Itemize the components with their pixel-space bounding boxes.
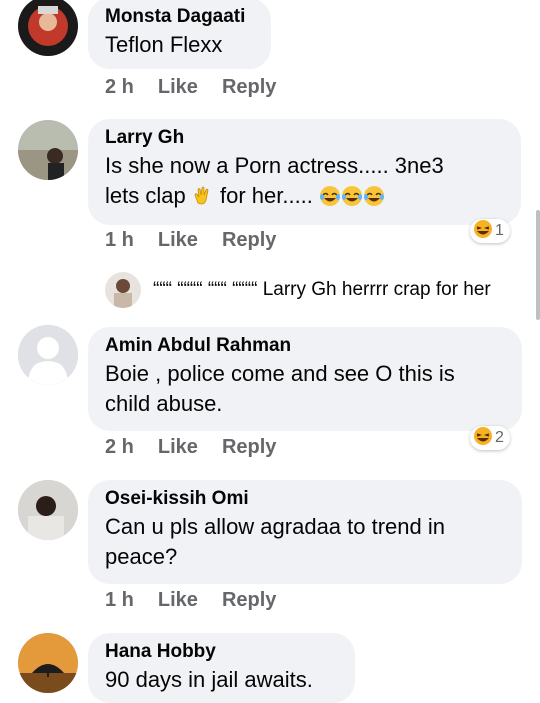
reply-button[interactable]: Reply (222, 436, 276, 459)
reaction-count: 2 (495, 429, 504, 446)
avatar[interactable] (18, 633, 78, 693)
comment-author[interactable]: Hana Hobby (105, 641, 337, 663)
reply-button[interactable]: Reply (222, 76, 276, 99)
tears-of-joy-emoji-icon (319, 183, 341, 208)
comment-text-line: Boie , police come and see O this is (105, 361, 455, 386)
scrollbar[interactable] (536, 210, 540, 320)
avatar[interactable] (18, 0, 78, 56)
comment-time[interactable]: 2 h (105, 436, 134, 459)
comment-text-fragment: lets clap (105, 183, 186, 208)
avatar[interactable] (18, 120, 78, 180)
comment-time[interactable]: 1 h (105, 589, 134, 612)
comment-author[interactable]: Osei-kissih Omi (105, 488, 504, 510)
avatar[interactable] (18, 325, 78, 385)
comment-text-line: Can u pls allow agradaa to trend in (105, 514, 445, 539)
comment-text-line: Is she now a Porn actress..... 3ne3 (105, 153, 444, 178)
comment-actions: 2 h Like Reply (105, 436, 300, 459)
like-button[interactable]: Like (158, 229, 198, 252)
comment-author[interactable]: Amin Abdul Rahman (105, 335, 504, 357)
comment-bubble: Amin Abdul Rahman Boie , police come and… (88, 327, 522, 431)
comment-bubble: Larry Gh Is she now a Porn actress..... … (88, 119, 521, 225)
tears-of-joy-emoji-icon (363, 183, 385, 208)
comment-actions: 2 h Like Reply (105, 76, 300, 99)
comment-author[interactable]: Larry Gh (105, 127, 503, 149)
comment-author[interactable]: Monsta Dagaati (105, 6, 253, 28)
comment-bubble: Osei-kissih Omi Can u pls allow agradaa … (88, 480, 522, 584)
like-button[interactable]: Like (158, 436, 198, 459)
comment-text-fragment: for her..... (219, 183, 313, 208)
haha-reaction-icon (473, 426, 493, 451)
clapping-hands-emoji-icon (192, 183, 220, 208)
avatar[interactable] (18, 480, 78, 540)
comment-actions: 1 h Like Reply (105, 229, 300, 252)
comment-bubble: Monsta Dagaati Teflon Flexx (88, 0, 271, 69)
like-button[interactable]: Like (158, 589, 198, 612)
comment-bubble: Hana Hobby 90 days in jail awaits. (88, 633, 355, 703)
comment-text-line: lets clap for her..... (105, 181, 503, 211)
reply-preview[interactable]: “““ ““““ “““ ““““ Larry Gh herrrr crap f… (105, 272, 491, 308)
reaction-count-badge[interactable]: 2 (470, 426, 510, 450)
reply-preview-text: “““ ““““ “““ ““““ Larry Gh herrrr crap f… (153, 279, 491, 300)
reaction-count-badge[interactable]: 1 (470, 219, 510, 243)
reaction-count: 1 (495, 222, 504, 239)
reply-button[interactable]: Reply (222, 229, 276, 252)
comment-text: Teflon Flexx (105, 32, 223, 57)
tears-of-joy-emoji-icon (341, 183, 363, 208)
comment-time[interactable]: 2 h (105, 76, 134, 99)
comment-text-line: peace? (105, 544, 178, 569)
haha-reaction-icon (473, 219, 493, 244)
like-button[interactable]: Like (158, 76, 198, 99)
comment-text: 90 days in jail awaits. (105, 667, 313, 692)
comment-time[interactable]: 1 h (105, 229, 134, 252)
comment-actions: 1 h Like Reply (105, 589, 300, 612)
reply-button[interactable]: Reply (222, 589, 276, 612)
avatar (105, 272, 141, 308)
comment-text-line: child abuse. (105, 391, 223, 416)
